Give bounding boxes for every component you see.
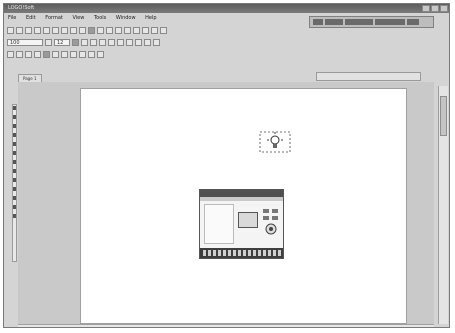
toolbar-button[interactable] — [133, 26, 140, 34]
toolbar-button[interactable] — [97, 50, 104, 58]
paste-icon[interactable] — [61, 26, 68, 34]
toolbar-segment — [345, 19, 373, 25]
new-icon[interactable] — [7, 26, 14, 34]
toolbar-button[interactable] — [160, 26, 167, 34]
plc-display — [238, 212, 258, 228]
undo-icon[interactable] — [70, 26, 77, 34]
zoom-icon[interactable] — [88, 26, 95, 34]
left-tools — [13, 106, 16, 218]
toolbar-button[interactable] — [25, 50, 32, 58]
menu-view[interactable]: View — [72, 15, 84, 21]
title-bar: LOGO!Soft — [4, 4, 449, 13]
quick-access-box[interactable] — [309, 16, 434, 28]
open-icon[interactable] — [16, 26, 23, 34]
tool-icon[interactable] — [13, 178, 16, 182]
chevron-down-icon[interactable] — [45, 38, 52, 46]
standard-toolbar — [7, 25, 167, 35]
tool-icon[interactable] — [13, 187, 16, 191]
format-toolbar: 100 12 — [7, 37, 160, 47]
output-icon[interactable] — [13, 133, 16, 137]
vertical-scrollbar[interactable] — [438, 86, 448, 324]
toolbar-button[interactable] — [34, 50, 41, 58]
minimize-icon[interactable] — [422, 5, 430, 12]
cut-icon[interactable] — [43, 26, 50, 34]
toolbar-button[interactable] — [52, 50, 59, 58]
horizontal-scrollbar[interactable] — [18, 324, 434, 327]
toolbar-button[interactable] — [153, 38, 160, 46]
plc-top-terminals — [200, 190, 283, 197]
toolbar-button[interactable] — [115, 26, 122, 34]
lightbulb-icon[interactable] — [259, 131, 291, 153]
bold-icon[interactable] — [72, 38, 79, 46]
underline-icon[interactable] — [90, 38, 97, 46]
menu-format[interactable]: Format — [45, 15, 63, 21]
search-icon — [313, 19, 323, 25]
save-icon[interactable] — [25, 26, 32, 34]
menu-window[interactable]: Window — [116, 15, 136, 21]
menu-tools[interactable]: Tools — [94, 15, 106, 21]
toolbar-button[interactable] — [144, 38, 151, 46]
toolbar-button[interactable] — [106, 26, 113, 34]
toolbar-button[interactable] — [142, 26, 149, 34]
connector-icon[interactable] — [13, 115, 16, 119]
toolbar-button[interactable] — [97, 26, 104, 34]
toolbar-button[interactable] — [79, 50, 86, 58]
text-icon[interactable] — [13, 142, 16, 146]
tool-icon[interactable] — [13, 214, 16, 218]
toolbar-segment — [375, 19, 405, 25]
close-icon[interactable] — [440, 5, 448, 12]
align-right-icon[interactable] — [117, 38, 124, 46]
scrollbar-thumb[interactable] — [440, 96, 447, 136]
italic-icon[interactable] — [81, 38, 88, 46]
toolbar-button[interactable] — [7, 50, 14, 58]
tool-icon[interactable] — [13, 169, 16, 173]
zoom-field[interactable]: 100 — [7, 38, 43, 46]
block-icon[interactable] — [13, 151, 16, 155]
toolbar-button[interactable] — [135, 38, 142, 46]
menu-file[interactable]: File — [8, 15, 16, 21]
toolbar-segment — [407, 19, 419, 25]
function-icon[interactable] — [13, 160, 16, 164]
copy-icon[interactable] — [52, 26, 59, 34]
window-title: LOGO!Soft — [8, 5, 35, 11]
tool-icon[interactable] — [13, 205, 16, 209]
toolbar-button[interactable] — [70, 50, 77, 58]
toolbar-segment — [325, 19, 343, 25]
toolbar-button[interactable] — [43, 50, 50, 58]
redo-icon[interactable] — [79, 26, 86, 34]
print-icon[interactable] — [34, 26, 41, 34]
drawing-toolbar — [7, 49, 104, 59]
plc-top-strip — [200, 197, 283, 201]
align-left-icon[interactable] — [99, 38, 106, 46]
select-icon[interactable] — [13, 106, 16, 110]
maximize-icon[interactable] — [431, 5, 439, 12]
menu-bar: File Edit Format View Tools Window Help — [4, 14, 161, 22]
status-box — [316, 72, 421, 81]
application-window: LOGO!Soft File Edit Format View Tools Wi… — [3, 3, 450, 328]
toolbar-button[interactable] — [126, 38, 133, 46]
plc-terminal-pins — [203, 250, 281, 256]
menu-help[interactable]: Help — [145, 15, 156, 21]
tool-icon[interactable] — [13, 196, 16, 200]
toolbar-button[interactable] — [88, 50, 95, 58]
input-icon[interactable] — [13, 124, 16, 128]
toolbar-button[interactable] — [151, 26, 158, 34]
tab-page-1[interactable]: Page 1 — [18, 74, 42, 82]
plc-keypad — [263, 209, 278, 235]
page-tabs: Page 1 — [18, 74, 42, 82]
menu-edit[interactable]: Edit — [26, 15, 36, 21]
align-center-icon[interactable] — [108, 38, 115, 46]
toolbar-button[interactable] — [124, 26, 131, 34]
toolbar-button[interactable] — [16, 50, 23, 58]
font-size-field[interactable]: 12 — [54, 38, 70, 46]
toolbar-button[interactable] — [61, 50, 68, 58]
plc-device-icon[interactable] — [199, 189, 284, 259]
plc-label-panel — [204, 204, 234, 244]
